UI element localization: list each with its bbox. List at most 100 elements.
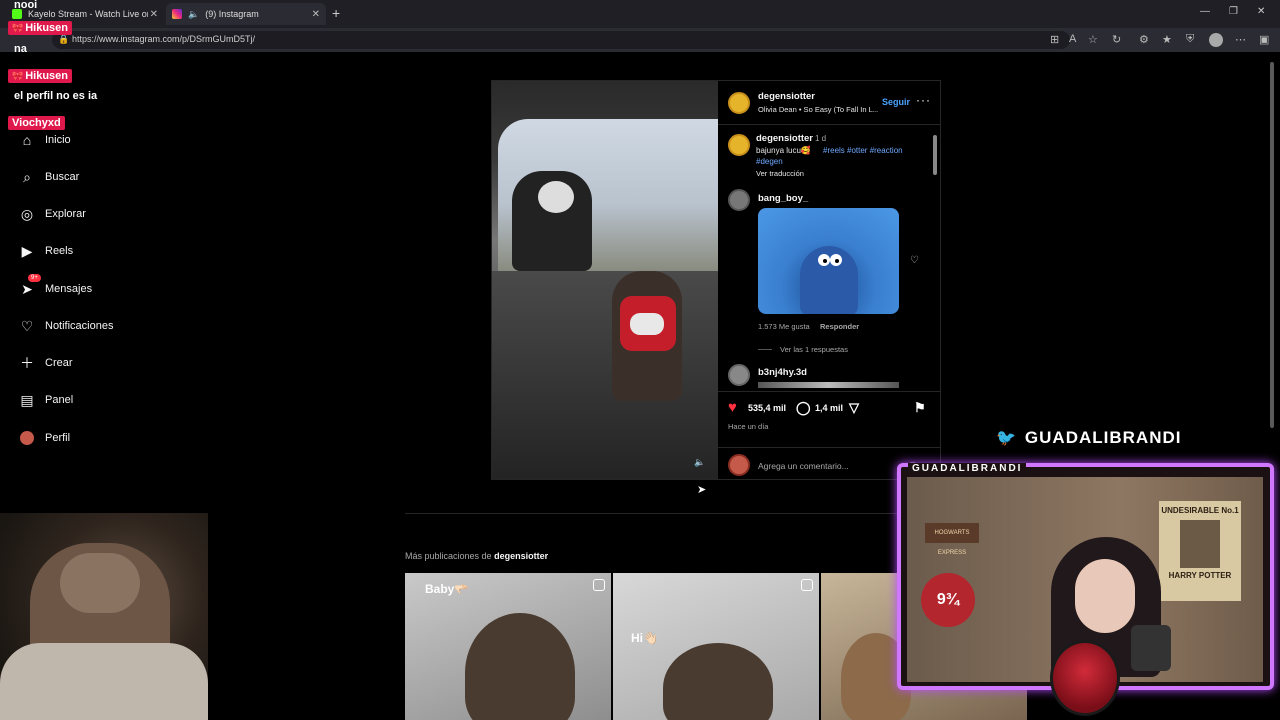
sidebar-icon[interactable]: ▣ [1259,33,1269,46]
sidebar-item-crear[interactable]: ＋ Crear [18,354,73,372]
commenter-avatar[interactable] [728,364,750,386]
microphone [1131,625,1171,671]
tab-title: Kayelo Stream - Watch Live on Ki [28,9,148,19]
extensions-icon[interactable]: ⚙ [1139,33,1149,46]
sidebar-item-mensajes[interactable]: ➤ 9+ Mensajes [18,274,93,298]
commenter-avatar[interactable] [728,189,750,211]
chat-message: nooi [14,0,38,11]
translate-link[interactable]: Ver traducción [756,169,804,178]
tab-title: (9) Instagram [205,9,259,19]
sidebar-item-label: Notificaciones [45,320,114,332]
more-options-icon[interactable]: ··· [916,93,931,107]
comments-list: degensiotter 1 d bajunya lucu🥰 #reels #o… [718,126,940,388]
comment-icon[interactable]: ◯ [796,400,811,416]
like-heart-icon[interactable]: ♥ [728,399,737,416]
sidebar-item-panel[interactable]: ▤ Panel [18,391,73,409]
scrollbar-thumb[interactable] [1270,62,1274,428]
sidebar-item-label: Explorar [45,208,86,220]
minimize-icon[interactable]: — [1200,6,1210,17]
author-username[interactable]: degensiotter [758,91,815,102]
maximize-icon[interactable]: ❐ [1229,6,1238,17]
read-aloud-icon[interactable]: A [1069,33,1076,45]
author-avatar[interactable] [728,134,750,156]
post-thumbnail[interactable]: Baby🫳🏻 [405,573,611,720]
caption-text: bajunya lucu🥰 [756,146,811,155]
post-details: degensiotter Olivia Dean • So Easy (To F… [718,81,940,479]
close-window-icon[interactable]: ✕ [1257,6,1265,17]
profile-avatar[interactable] [1209,33,1223,47]
thumb-caption: Hi👋🏻 [631,631,658,645]
heart-icon: ♡ [20,317,34,334]
messenger-icon: ➤ 9+ [18,274,41,298]
sidebar-item-notificaciones[interactable]: ♡ Notificaciones [18,317,114,335]
like-count[interactable]: 535,4 mil [748,403,786,413]
follow-button[interactable]: Seguir [882,97,910,107]
instagram-icon [172,9,182,19]
caption-tags[interactable]: #reels #otter #reaction [823,146,903,155]
otter-webcam [0,513,208,720]
otter-face [60,553,140,613]
favorites-icon[interactable]: ★ [1162,33,1172,46]
more-icon[interactable]: ⋯ [1235,33,1246,46]
compass-icon: ◎ [20,205,34,222]
caption-author[interactable]: degensiotter [756,133,813,144]
sidebar-item-label: Perfil [45,432,71,444]
sidebar-item-buscar[interactable]: ⌕ Buscar [18,168,79,186]
author-avatar[interactable] [728,92,750,114]
post-time: Hace un día [728,422,769,431]
poster-name: HARRY POTTER [1168,570,1232,580]
favorite-icon[interactable]: ☆ [1088,33,1098,46]
more-posts-label: Más publicaciones de degensiotter [405,551,548,561]
more-posts-user[interactable]: degensiotter [494,551,548,561]
share-icon[interactable]: ▽ [849,400,859,416]
url-text: https://www.instagram.com/p/DSrmGUmD5Tj/ [72,34,256,44]
audio-track[interactable]: Olivia Dean • So Easy (To Fall In L... [758,105,878,114]
caption-tag[interactable]: #degen [756,157,783,166]
otter [663,643,773,720]
blanket [0,643,208,720]
lock-icon: 🔒 [58,34,70,44]
eye [818,254,830,266]
sidebar-item-inicio[interactable]: ⌂ Inicio [18,131,71,149]
twitter-icon: 🐦 [996,430,1017,447]
shield-icon[interactable]: ⛨ [1186,33,1194,46]
car-door [492,271,718,479]
comments-scroll-thumb[interactable] [933,135,937,175]
post-video[interactable]: 🔈 [492,81,718,479]
close-icon[interactable]: ✕ [312,9,320,20]
sidebar-item-label: Buscar [45,171,80,183]
sidebar-item-reels[interactable]: ▶ Reels [18,242,74,260]
twitter-handle-text: GUADALIBRANDI [1024,428,1182,447]
comment-username[interactable]: b3nj4hy.3d [758,367,807,378]
sidebar-item-explorar[interactable]: ◎ Explorar [18,205,86,223]
comment-username[interactable]: bang_boy_ [758,193,808,204]
post-actions: ♥ 535,4 mil ◯ 1,4 mil ▽ ⚑ Hace un día [718,391,940,451]
notification-badge: 9+ [28,274,41,282]
comment-input[interactable]: Agrega un comentario... [758,461,849,471]
cam-label: GUADALIBRANDI [908,463,1027,474]
sidebar-item-label: Panel [45,394,74,406]
reply-button[interactable]: Responder [820,322,859,331]
post-thumbnail[interactable]: Hi👋🏻 [613,573,819,720]
refresh-icon[interactable]: ↻ [1112,33,1121,46]
volume-icon[interactable]: 🔈 [694,457,705,468]
tab-instagram[interactable]: 🔈 (9) Instagram ✕ [166,3,326,25]
comment-count[interactable]: 1,4 mil [815,403,843,413]
chat-username: Viochyxd [8,116,65,130]
apps-icon[interactable]: ⊞ [1050,33,1059,46]
view-replies[interactable]: Ver las 1 respuestas [780,345,848,354]
home-icon: ⌂ [22,132,32,148]
reel-icon [593,579,605,591]
sidebar-item-label: Mensajes [45,283,93,295]
new-tab-button[interactable]: + [332,5,340,21]
url-field[interactable]: 🔒 https://www.instagram.com/p/DSrmGUmD5T… [52,31,1070,49]
bookmark-icon[interactable]: ⚑ [914,400,926,416]
comment-like-icon[interactable]: ♡ [910,255,919,266]
sidebar-item-perfil[interactable]: Perfil [18,429,70,447]
browser-tab-bar: Kayelo Stream - Watch Live on Ki ✕ 🔈 (9)… [0,0,1280,28]
streamer-avatar [1050,640,1120,716]
platform-sign: 9¾ [921,573,975,627]
speaker-icon[interactable]: 🔈 [188,9,199,20]
chat-message: el perfil no es ia [14,90,98,102]
close-icon[interactable]: ✕ [150,9,158,20]
